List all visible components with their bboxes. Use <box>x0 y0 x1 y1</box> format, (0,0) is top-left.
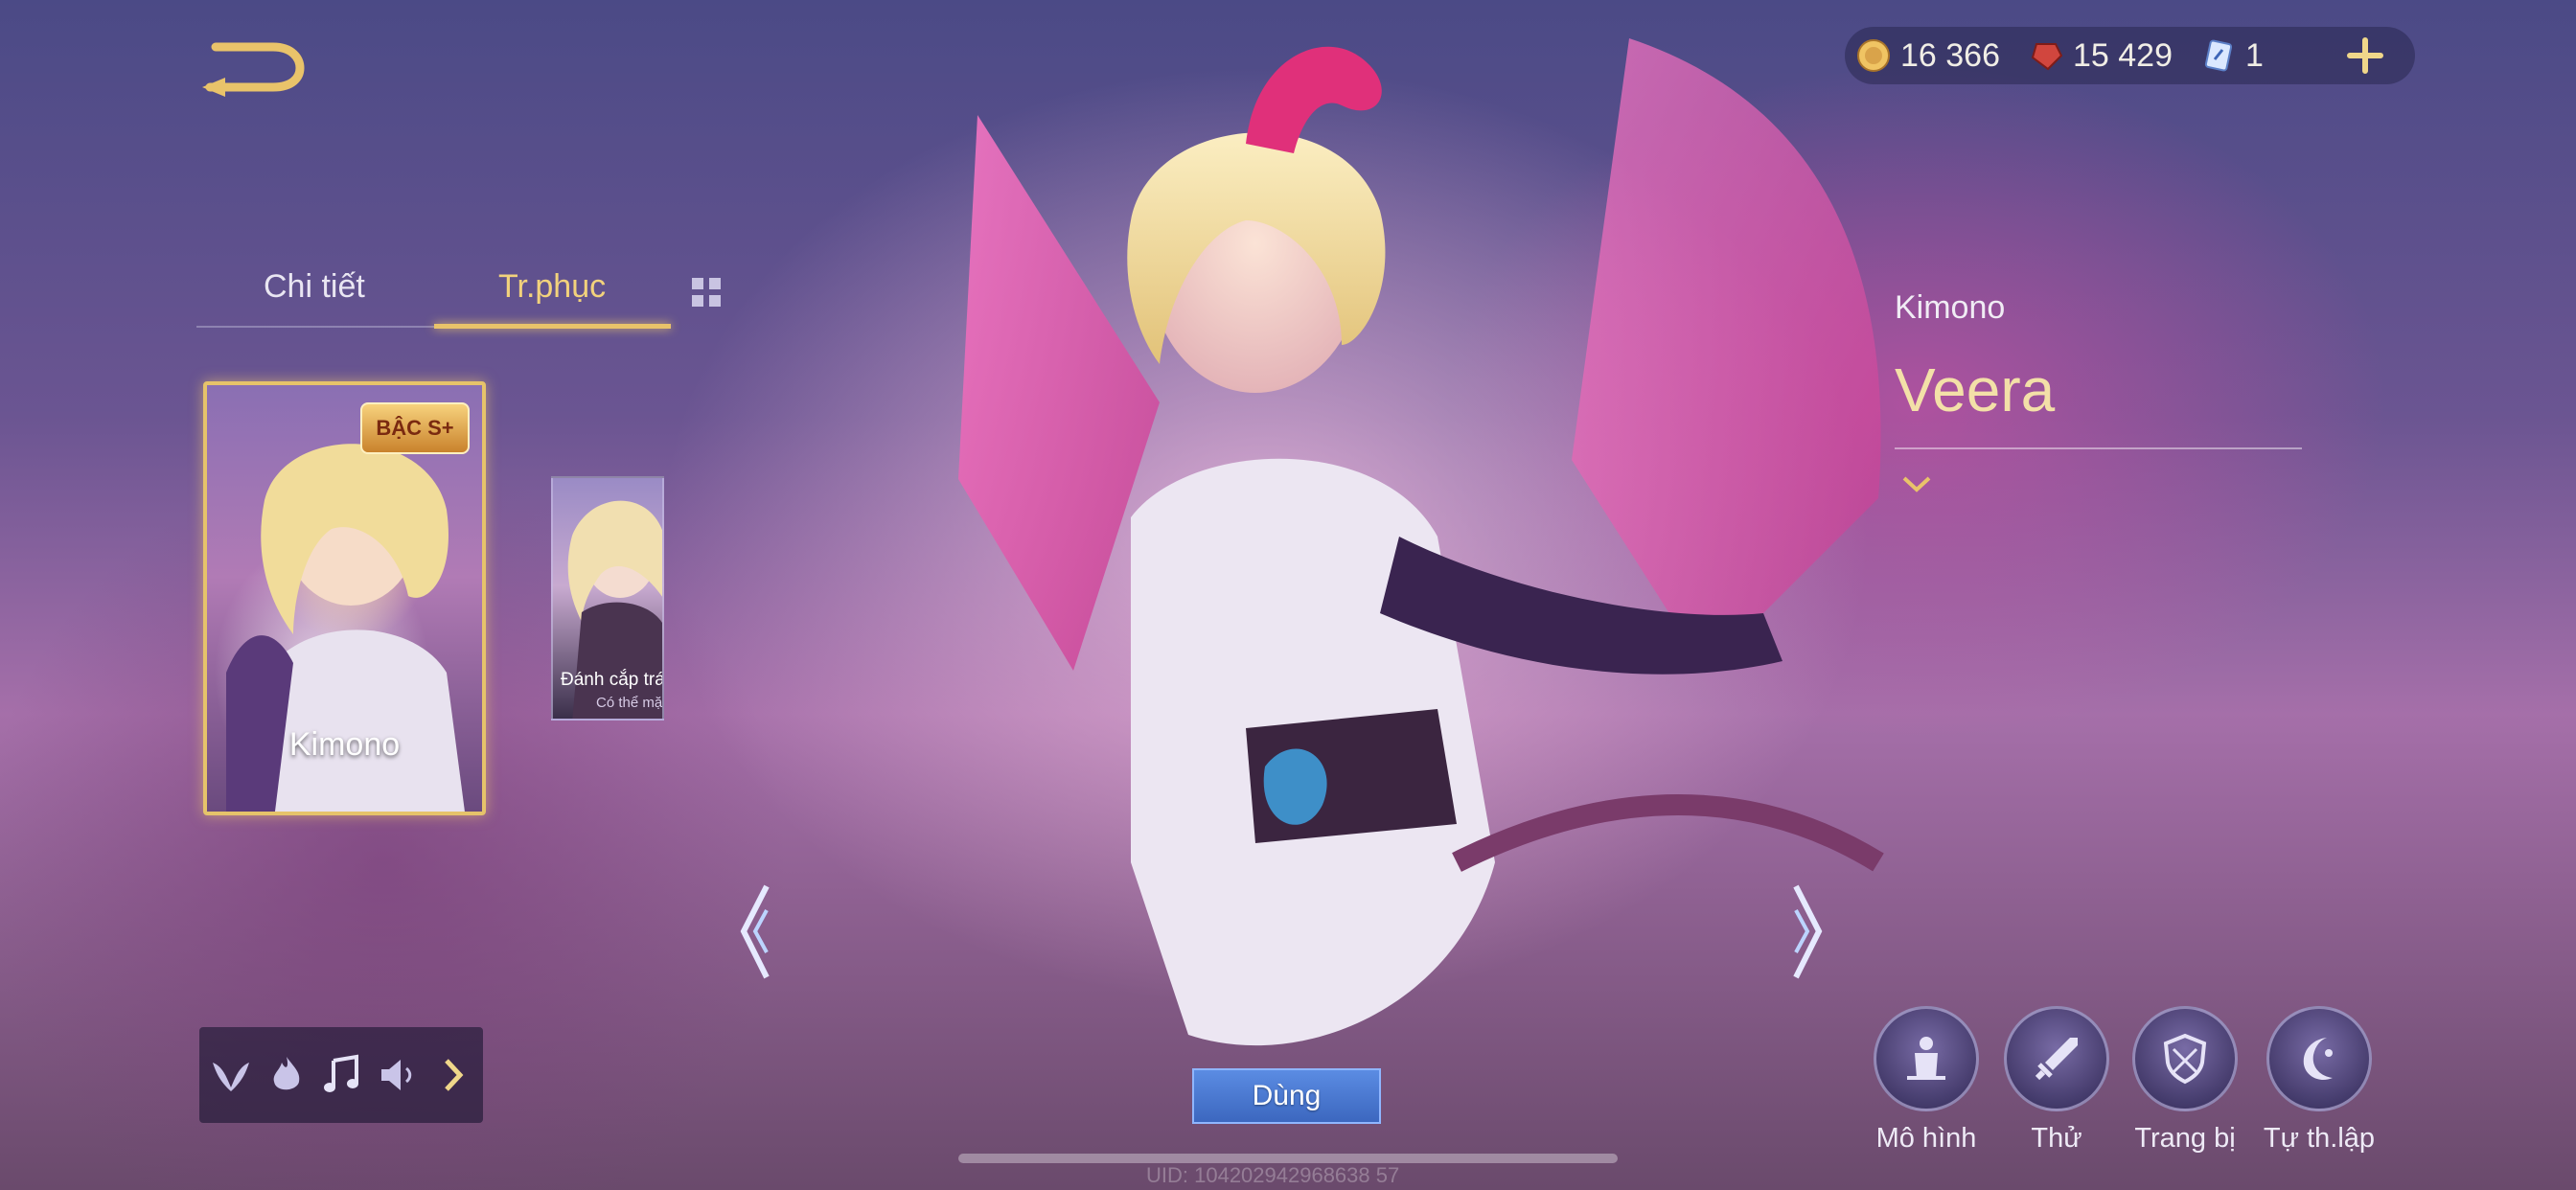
currency-bar: 16 366 15 429 1 <box>1845 27 2415 84</box>
skin-card-second[interactable]: Đánh cắp trá Có thể mặ <box>551 476 664 721</box>
equip-button[interactable]: Trang bị <box>2118 1006 2252 1155</box>
gem-amount: 15 429 <box>2073 36 2173 74</box>
moon-icon <box>2303 1038 2333 1081</box>
use-button[interactable]: Dùng <box>1192 1068 1381 1124</box>
hero-name: Veera <box>1895 355 2056 424</box>
shield-icon <box>2163 1033 2207 1085</box>
effects-bar <box>199 1027 483 1123</box>
hero-name-divider <box>1895 447 2302 449</box>
speaker-icon[interactable] <box>376 1053 420 1097</box>
chevron-right-icon[interactable] <box>431 1053 475 1097</box>
gold-currency: 16 366 <box>1856 37 2000 75</box>
tab-outfits[interactable]: Tr.phục <box>498 268 606 306</box>
gem-currency: 15 429 <box>2029 37 2173 75</box>
self-set-button-circle[interactable] <box>2266 1006 2372 1111</box>
model-button-circle[interactable] <box>1874 1006 1979 1111</box>
voucher-card-icon <box>2204 39 2233 72</box>
rank-badge: BẬC S+ <box>360 402 470 454</box>
gold-amount: 16 366 <box>1900 36 2000 74</box>
tab-details[interactable]: Chi tiết <box>264 268 365 306</box>
skin-name: Kimono <box>1895 289 2006 326</box>
skin-card-second-label: Đánh cắp trá <box>561 670 664 690</box>
sword-icon <box>2035 1038 2078 1081</box>
grid-view-icon[interactable] <box>690 276 723 309</box>
hero-artwork <box>958 38 1884 1046</box>
scroll-indicator <box>958 1154 1618 1163</box>
skin-card-kimono[interactable]: BẬC S+ Kimono <box>203 381 486 815</box>
next-skin-arrow-icon[interactable] <box>1790 881 1825 982</box>
self-set-button[interactable]: Tự th.lập <box>2252 1006 2386 1155</box>
voucher-amount: 1 <box>2245 36 2264 74</box>
skin-card-second-sub: Có thể mặ <box>596 695 663 711</box>
self-set-label: Tự th.lập <box>2263 1123 2376 1154</box>
equip-button-circle[interactable] <box>2132 1006 2238 1111</box>
wing-icon[interactable] <box>209 1053 253 1097</box>
back-arrow-icon[interactable] <box>196 34 311 101</box>
music-icon[interactable] <box>320 1053 364 1097</box>
try-button[interactable]: Thử <box>1990 1006 2124 1155</box>
uid-text: UID: 104202942968638 57 <box>1146 1163 1400 1187</box>
try-label: Thử <box>2031 1123 2082 1154</box>
tab-active-indicator <box>434 324 671 329</box>
previous-skin-arrow-icon[interactable] <box>738 881 772 982</box>
equip-label: Trang bị <box>2134 1123 2236 1154</box>
skin-card-label: Kimono <box>288 726 401 763</box>
voucher-currency: 1 <box>2201 37 2264 75</box>
model-button[interactable]: Mô hình <box>1859 1006 1993 1155</box>
chevron-down-icon[interactable] <box>1900 472 1933 495</box>
try-button-circle[interactable] <box>2004 1006 2109 1111</box>
tab-bar: Chi tiết Tr.phục <box>196 268 671 329</box>
model-icon <box>1907 1037 1945 1080</box>
flame-icon[interactable] <box>264 1053 309 1097</box>
plus-icon[interactable] <box>2344 34 2386 77</box>
gold-coin-icon <box>1857 39 1890 72</box>
red-gem-icon <box>2031 43 2063 71</box>
model-label: Mô hình <box>1875 1123 1977 1154</box>
